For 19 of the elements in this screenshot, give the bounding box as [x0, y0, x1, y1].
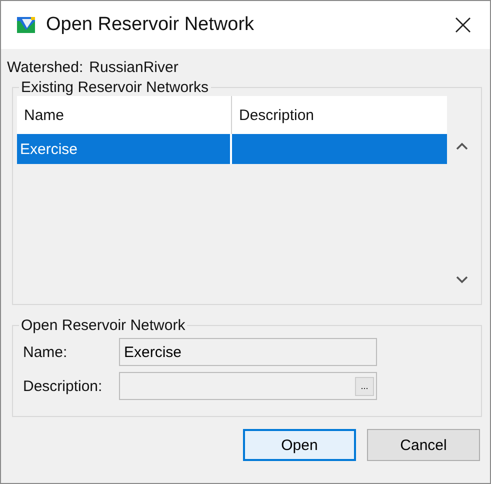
description-label: Description:: [22, 378, 104, 394]
browse-button[interactable]: ...: [355, 376, 374, 396]
table-cell: Exercise: [17, 134, 232, 164]
scroll-up-icon[interactable]: [456, 142, 468, 150]
open-button[interactable]: Open: [243, 429, 356, 461]
name-field[interactable]: Exercise: [119, 338, 377, 366]
watershed-label: Watershed:: [7, 59, 84, 76]
column-header[interactable]: Description: [232, 96, 314, 134]
group-title: Open Reservoir Network: [20, 317, 186, 334]
scroll-down-icon[interactable]: [456, 276, 468, 284]
group-title: Existing Reservoir Networks: [20, 79, 210, 96]
name-label: Name:: [22, 344, 68, 360]
watershed-value: RussianRiver: [89, 59, 178, 76]
window-title: Open Reservoir Network: [46, 14, 256, 36]
table-row[interactable]: Exercise: [17, 134, 447, 164]
description-field[interactable]: ...: [119, 372, 377, 400]
app-icon: [16, 15, 36, 35]
close-icon[interactable]: [455, 17, 471, 33]
cancel-button[interactable]: Cancel: [367, 429, 480, 461]
